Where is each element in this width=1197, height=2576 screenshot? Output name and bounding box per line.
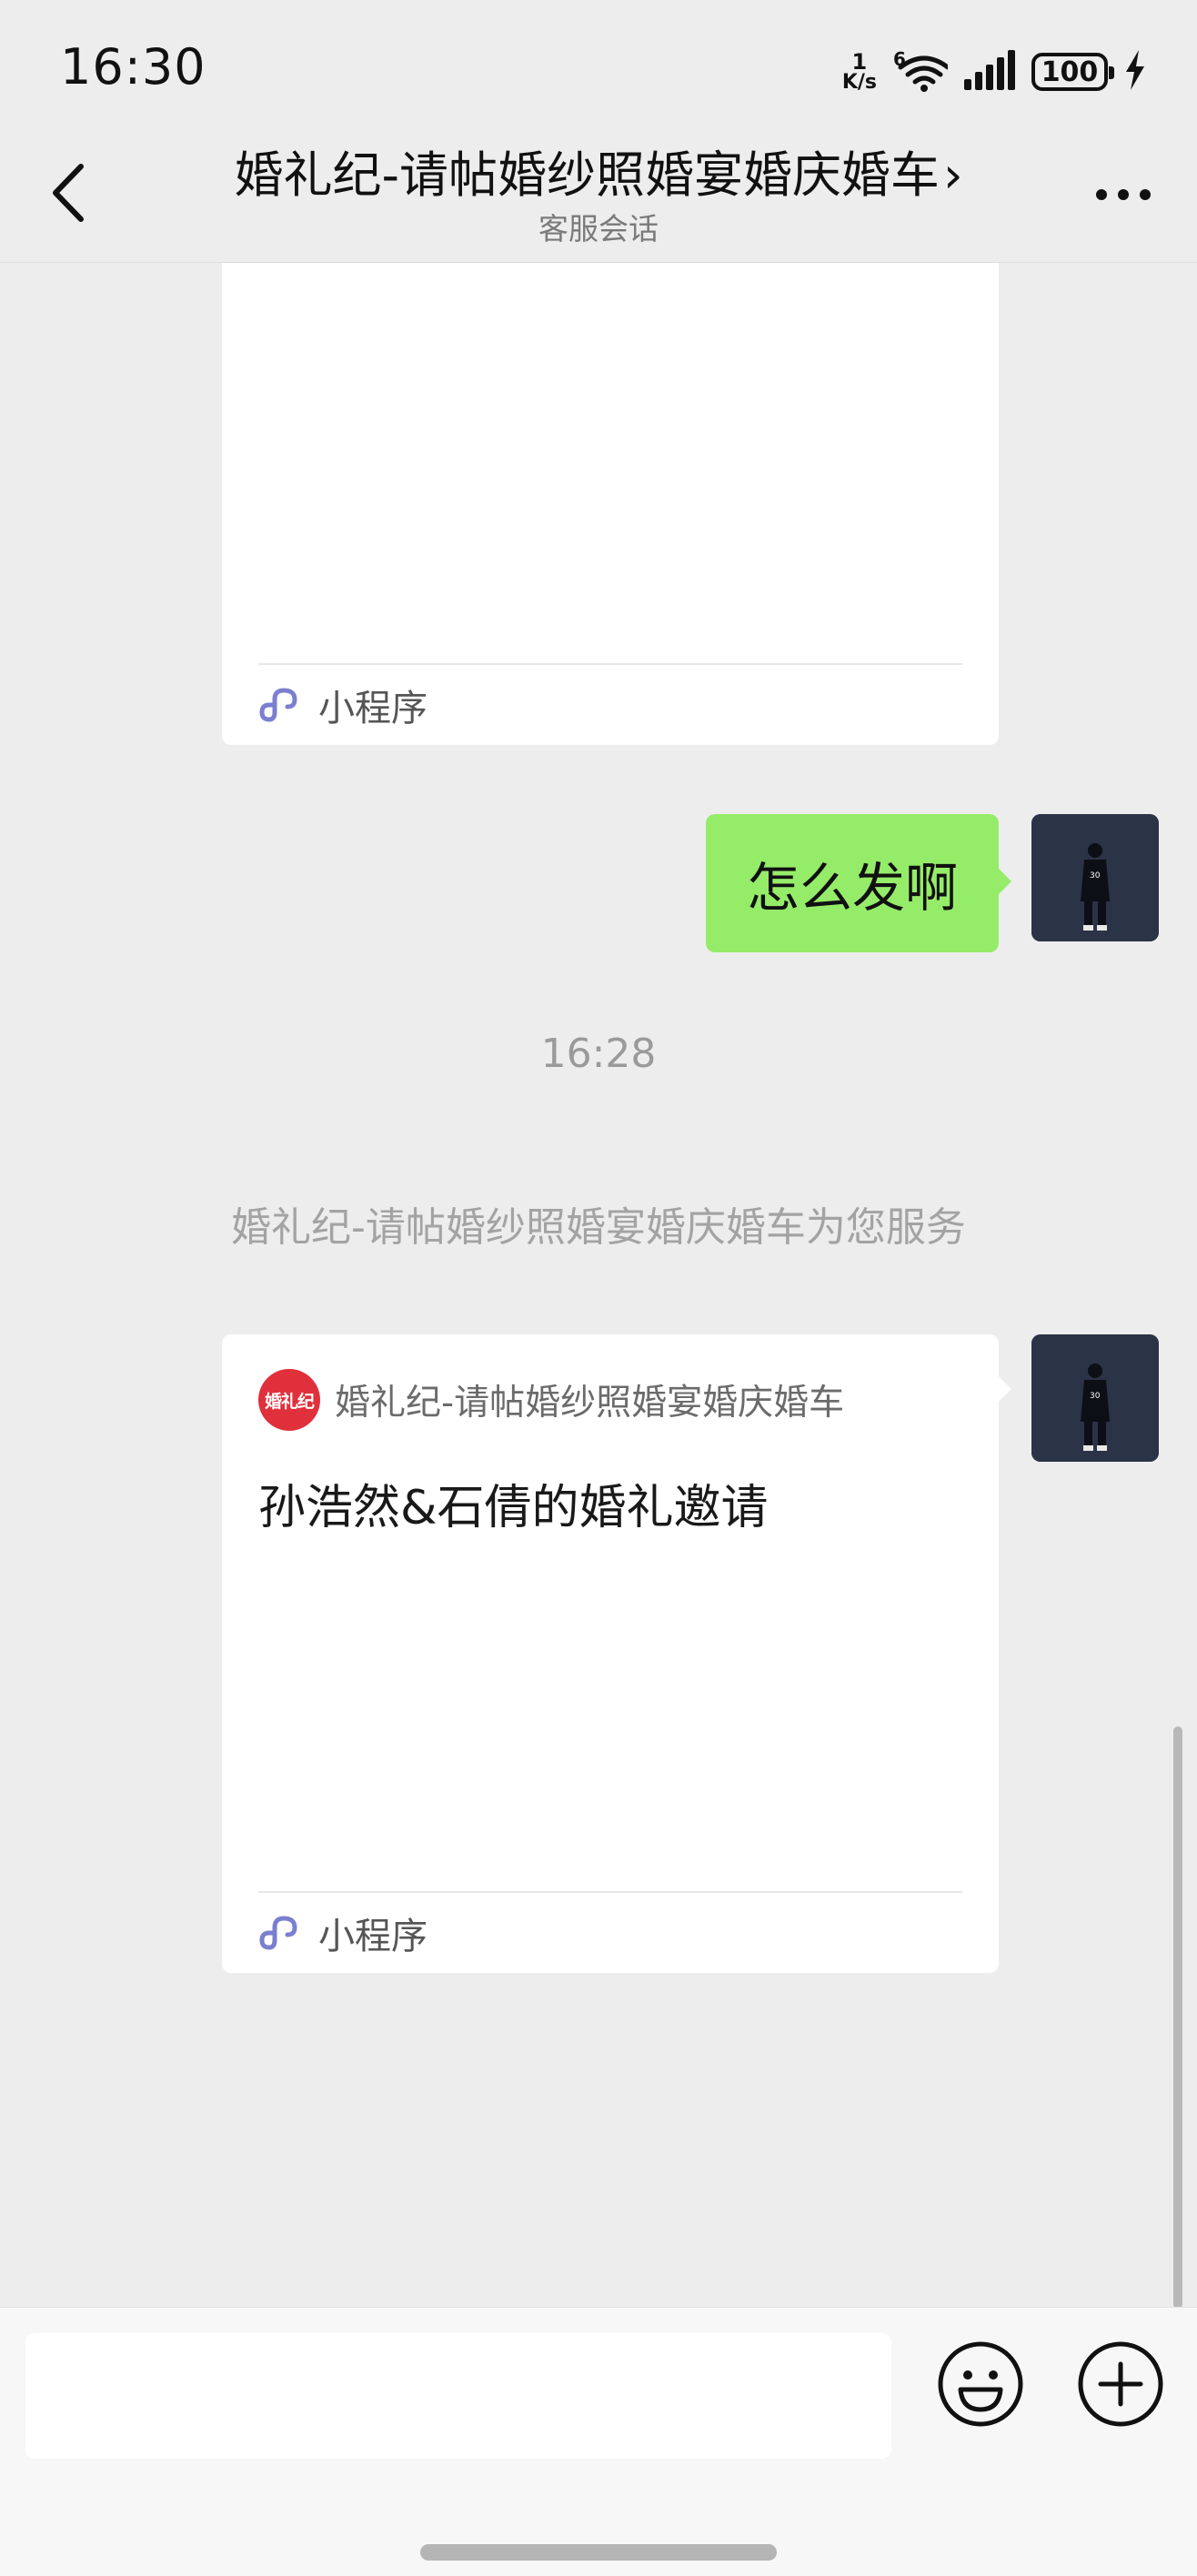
plus-icon [1078,2341,1163,2427]
miniprogram-icon [259,688,297,722]
message-input[interactable] [25,2333,891,2459]
emoji-button[interactable] [935,2339,1026,2430]
add-more-button[interactable] [1075,2339,1166,2430]
avatar-image: 30 [1031,1334,1159,1462]
page-title-text: 婚礼纪-请帖婚纱照婚宴婚庆婚车 [234,146,940,204]
message-timestamp: 16:28 [540,1031,657,1077]
network-speed-value: 1 [851,49,868,75]
svg-text:30: 30 [1090,871,1101,880]
status-icons: 1 K/s 6 100 [842,44,1146,100]
signal-icon [964,50,1015,94]
input-bar [0,2307,1197,2576]
user-message-text: 怎么发啊 [746,857,958,919]
miniprogram-label: 小程序 [318,1916,428,1957]
avatar[interactable]: 30 [1031,1334,1159,1462]
scrollbar[interactable] [1173,1726,1182,2309]
more-dot [1096,189,1107,200]
chat-screen: 16:30 1 K/s 6 100 婚礼纪-请帖婚纱照婚宴婚庆婚车› 客服会话 … [0,0,1197,2576]
bubble-tail [999,1376,1011,1402]
network-speed: 1 K/s [842,51,877,93]
invitation-card-header: 婚礼纪 婚礼纪-请帖婚纱照婚宴婚庆婚车 [258,1369,962,1431]
nav-title-area[interactable]: 婚礼纪-请帖婚纱照婚宴婚庆婚车› 客服会话 [136,142,1061,249]
charging-icon [1124,50,1146,94]
system-notice: 婚礼纪-请帖婚纱照婚宴婚庆婚车为您服务 [231,1204,966,1251]
brand-logo: 婚礼纪 [258,1369,320,1431]
miniprogram-card[interactable]: 小程序 [222,263,999,745]
emoji-icon [938,2341,1023,2427]
invitation-card[interactable]: 婚礼纪 婚礼纪-请帖婚纱照婚宴婚庆婚车 孙浩然&石倩的婚礼邀请 小程序 [222,1334,999,1973]
brand-name: 婚礼纪-请帖婚纱照婚宴婚庆婚车 [335,1383,845,1424]
more-dot [1140,189,1151,200]
navigation-bar: 婚礼纪-请帖婚纱照婚宴婚庆婚车› 客服会话 [0,136,1197,263]
miniprogram-label: 小程序 [318,688,428,730]
battery-icon: 100 [1031,53,1114,91]
status-bar: 16:30 1 K/s 6 100 [0,0,1197,136]
svg-text:30: 30 [1090,1392,1101,1401]
status-time: 16:30 [60,38,206,96]
miniprogram-card-footer: 小程序 [258,1891,962,1973]
avatar[interactable]: 30 [1031,814,1159,941]
bubble-tail [999,869,1011,894]
chevron-left-icon [53,164,84,222]
page-subtitle: 客服会话 [538,211,659,247]
network-speed-unit: K/s [841,71,877,94]
miniprogram-icon [259,1916,297,1950]
miniprogram-card-footer: 小程序 [258,663,962,745]
chevron-right-icon: › [942,146,963,204]
battery-level: 100 [1041,55,1099,88]
message-list[interactable]: 小程序 怎么发啊 30 16:28 婚礼纪-请帖婚纱照婚宴婚庆婚车为您服务 婚礼… [0,263,1197,2307]
wifi-icon: 6 [893,47,951,96]
avatar-image: 30 [1031,814,1159,941]
more-dot [1118,189,1129,200]
back-button[interactable] [36,156,100,229]
more-options-button[interactable] [1082,176,1164,213]
page-title[interactable]: 婚礼纪-请帖婚纱照婚宴婚庆婚车› [136,142,1061,209]
invitation-title: 孙浩然&石倩的婚礼邀请 [258,1481,769,1535]
user-message-bubble[interactable]: 怎么发啊 [706,814,999,952]
home-indicator[interactable] [420,2544,777,2561]
